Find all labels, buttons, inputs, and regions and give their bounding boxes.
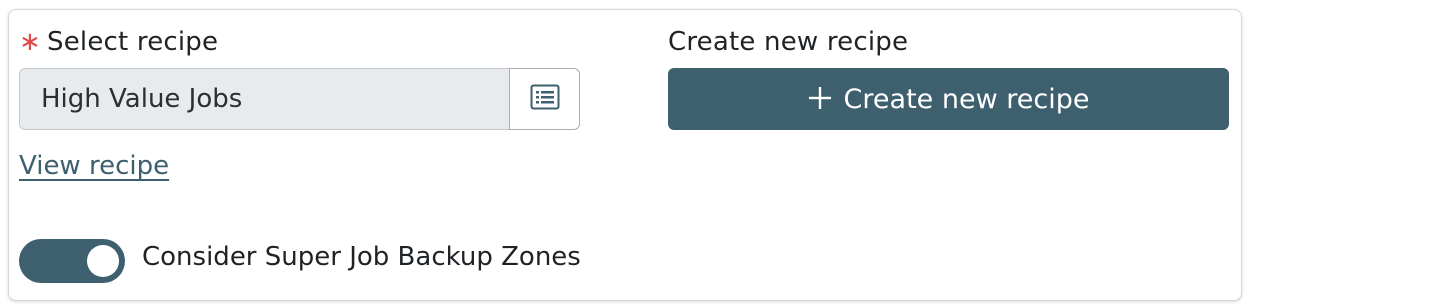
recipe-list-button[interactable]	[509, 68, 580, 130]
recipe-settings-card: ∗ Select recipe High Value Jobs View reci…	[8, 9, 1242, 301]
create-recipe-label: Create new recipe	[668, 27, 909, 57]
toggle-knob	[87, 245, 119, 277]
select-recipe-label-text: Select recipe	[47, 27, 219, 57]
select-recipe-label: ∗ Select recipe	[19, 27, 218, 57]
backup-zones-toggle-label: Consider Super Job Backup Zones	[142, 242, 581, 272]
create-new-recipe-button-label: Create new recipe	[843, 83, 1090, 115]
create-new-recipe-button[interactable]: Create new recipe	[668, 68, 1229, 130]
plus-icon	[808, 83, 832, 115]
backup-zones-toggle[interactable]	[19, 239, 125, 283]
selected-recipe-field[interactable]: High Value Jobs	[19, 68, 509, 130]
required-indicator: ∗	[19, 27, 41, 57]
view-recipe-link[interactable]: View recipe	[19, 151, 169, 181]
list-icon	[530, 84, 560, 114]
